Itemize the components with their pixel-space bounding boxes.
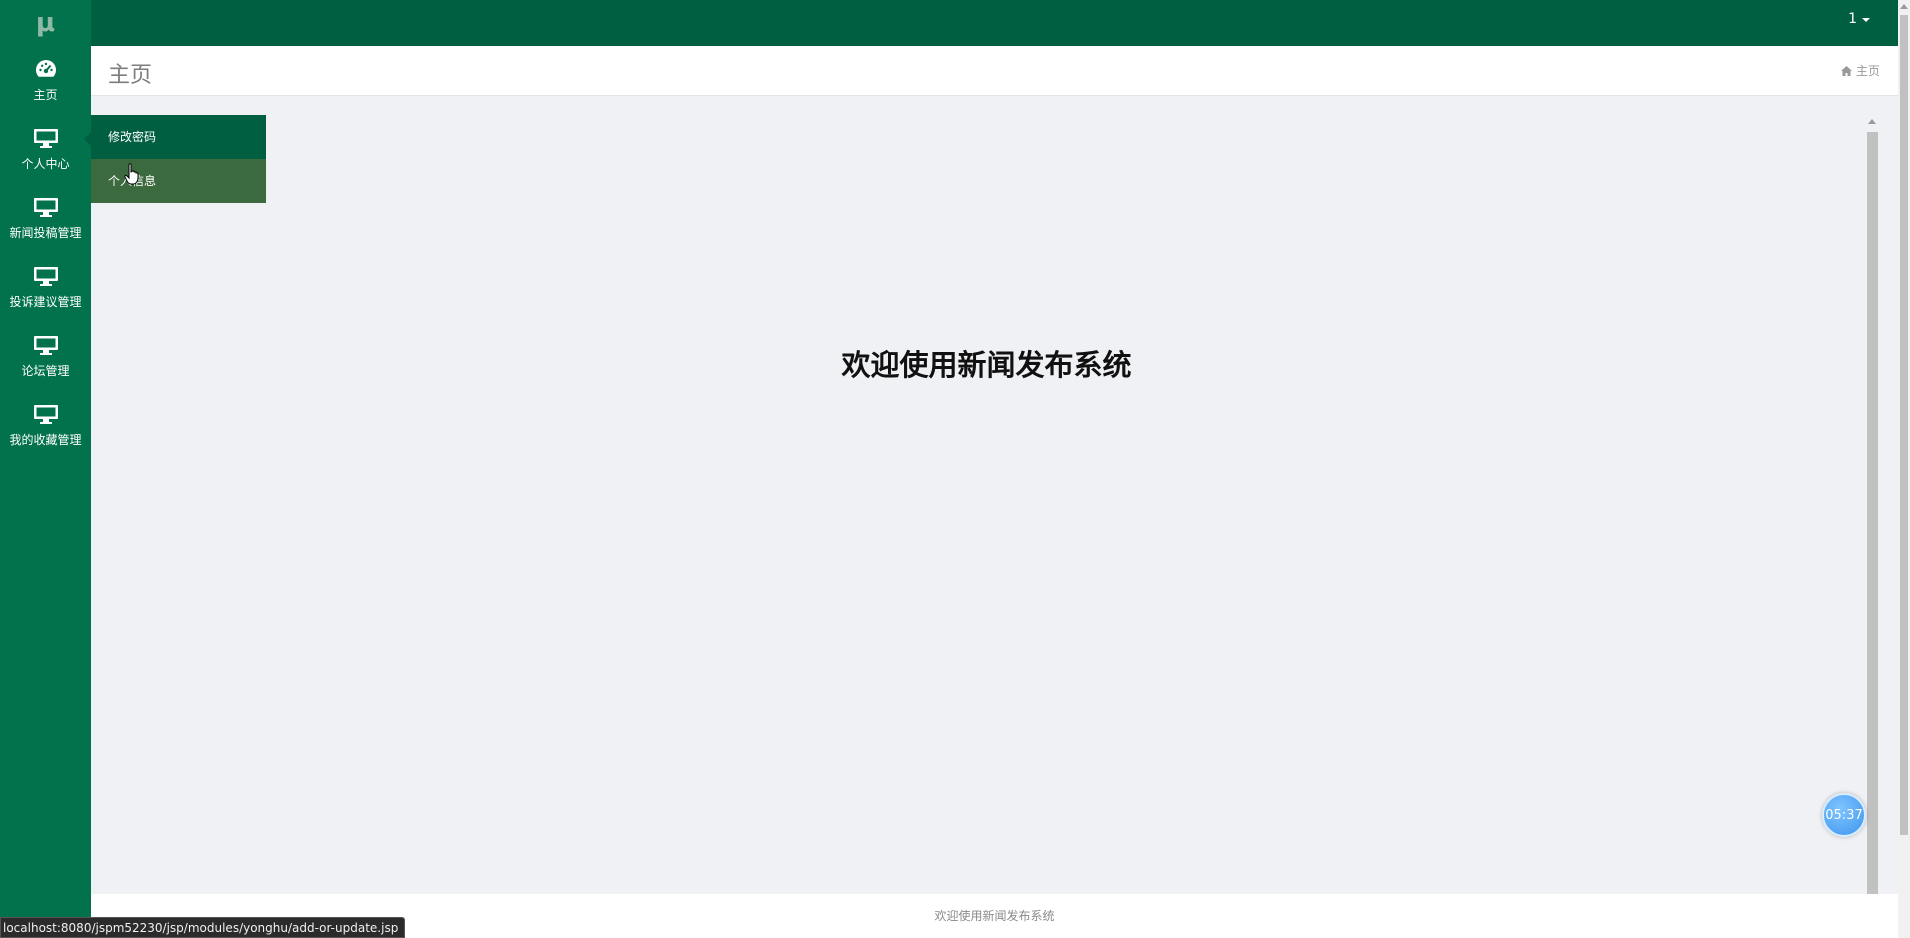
page-title: 主页: [108, 63, 153, 88]
monitor-icon: [33, 403, 59, 425]
sidebar-item-news-submissions[interactable]: 新闻投稿管理: [0, 184, 91, 253]
user-label: 1: [1848, 11, 1857, 27]
sidebar-item-favorites[interactable]: 我的收藏管理: [0, 391, 91, 460]
personal-center-submenu: 修改密码 个人信息: [84, 115, 266, 203]
scroll-up-arrow-icon[interactable]: [1868, 119, 1876, 124]
logo[interactable]: μ: [0, 0, 91, 46]
monitor-icon: [33, 127, 59, 149]
dashboard-icon: [33, 58, 59, 80]
content-scrollbar[interactable]: [1866, 116, 1878, 894]
footer-text: 欢迎使用新闻发布系统: [934, 909, 1055, 923]
sidebar-item-personal-center[interactable]: 个人中心: [0, 115, 91, 184]
caret-down-icon: [1862, 18, 1870, 22]
logo-text: μ: [35, 8, 56, 38]
home-icon: [1840, 65, 1852, 76]
timer-bubble[interactable]: 05:37: [1822, 793, 1866, 837]
sidebar-item-label: 个人中心: [21, 157, 70, 171]
scroll-up-arrow-icon[interactable]: [1900, 4, 1908, 9]
sidebar-item-complaints[interactable]: 投诉建议管理: [0, 253, 91, 322]
sidebar-item-label: 主页: [33, 88, 58, 102]
sidebar-item-forum[interactable]: 论坛管理: [0, 322, 91, 391]
hand-cursor-icon: [124, 163, 139, 185]
top-bar: μ 1: [0, 0, 1910, 46]
monitor-icon: [33, 265, 59, 287]
welcome-heading: 欢迎使用新闻发布系统: [841, 348, 1132, 382]
user-menu-dropdown[interactable]: 1: [1848, 11, 1870, 27]
submenu-item-change-password[interactable]: 修改密码: [91, 115, 266, 159]
breadcrumb-label: 主页: [1855, 64, 1880, 78]
sidebar-item-label: 论坛管理: [21, 364, 70, 378]
main-content: 欢迎使用新闻发布系统: [91, 97, 1866, 894]
page-header: 主页 主页: [91, 46, 1898, 96]
timer-value: 05:37: [1825, 807, 1863, 823]
sidebar-item-label: 我的收藏管理: [9, 433, 82, 447]
page-scrollbar[interactable]: [1898, 0, 1910, 938]
submenu-pointer: [84, 132, 91, 146]
sidebar: 主页 个人中心 新闻投稿管理 投诉建议管理 论坛管理 我的收藏管理: [0, 46, 91, 938]
sidebar-item-home[interactable]: 主页: [0, 46, 91, 115]
scrollbar-thumb[interactable]: [1900, 15, 1908, 835]
breadcrumb[interactable]: 主页: [1840, 62, 1880, 79]
submenu-item-profile[interactable]: 个人信息: [91, 159, 266, 203]
scrollbar-thumb[interactable]: [1867, 132, 1878, 894]
status-url: localhost:8080/jspm52230/jsp/modules/yon…: [0, 917, 406, 938]
monitor-icon: [33, 334, 59, 356]
sidebar-item-label: 投诉建议管理: [9, 295, 82, 309]
monitor-icon: [33, 196, 59, 218]
sidebar-item-label: 新闻投稿管理: [9, 226, 82, 240]
